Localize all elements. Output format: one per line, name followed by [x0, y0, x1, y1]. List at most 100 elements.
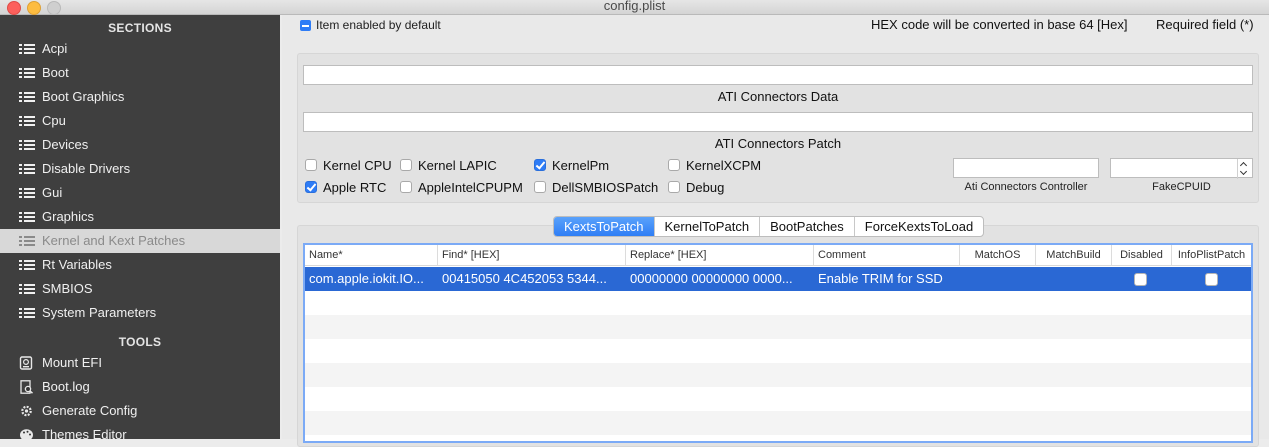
- tool-themes-editor[interactable]: Themes Editor: [0, 423, 280, 439]
- fakecpuid-label: FakeCPUID: [1152, 181, 1211, 193]
- cell-matchos[interactable]: [960, 267, 1036, 291]
- sidebar-item-rt-variables[interactable]: Rt Variables: [0, 253, 280, 277]
- sidebar-item-boot[interactable]: Boot: [0, 61, 280, 85]
- column-header-replace[interactable]: Replace* [HEX]: [626, 245, 814, 265]
- column-header-disabled[interactable]: Disabled: [1112, 245, 1172, 265]
- list-icon: [19, 308, 35, 319]
- sidebar-item-label: Graphics: [42, 209, 95, 224]
- sidebar-item-system-parameters[interactable]: System Parameters: [0, 301, 280, 325]
- column-header-matchos[interactable]: MatchOS: [960, 245, 1036, 265]
- checkbox-box[interactable]: [534, 181, 546, 193]
- table-row-empty[interactable]: [305, 315, 1251, 339]
- sidebar-item-disable-drivers[interactable]: Disable Drivers: [0, 157, 280, 181]
- sidebar-item-label: Acpi: [42, 41, 68, 56]
- table-row-empty[interactable]: [305, 363, 1251, 387]
- tab-kextstopatch[interactable]: KextsToPatch: [554, 217, 655, 236]
- fakecpuid-stepper[interactable]: [1237, 159, 1252, 179]
- sidebar-item-devices[interactable]: Devices: [0, 133, 280, 157]
- ati-connectors-data-field[interactable]: [303, 65, 1253, 85]
- sidebar-item-smbios[interactable]: SMBIOS: [0, 277, 280, 301]
- column-header-find[interactable]: Find* [HEX]: [438, 245, 626, 265]
- checkbox-box[interactable]: [668, 181, 680, 193]
- main-content: Item enabled by default HEX code will be…: [282, 15, 1269, 447]
- title-bar: config.plist: [0, 0, 1269, 15]
- tab-bootpatches[interactable]: BootPatches: [760, 217, 855, 236]
- tool-mount-efi[interactable]: Mount EFI: [0, 351, 280, 375]
- log-file-icon: [20, 380, 33, 394]
- checkbox-label: Debug: [686, 180, 725, 195]
- tool-label: Generate Config: [42, 403, 138, 418]
- table-header: Name* Find* [HEX] Replace* [HEX] Comment…: [305, 245, 1251, 266]
- disk-icon: [19, 356, 33, 370]
- item-enabled-indicator[interactable]: [300, 20, 311, 31]
- checkbox-box[interactable]: [305, 159, 317, 171]
- list-icon: [19, 284, 35, 295]
- checkbox-box[interactable]: [400, 181, 412, 193]
- sidebar-item-kernel-and-kext-patches[interactable]: Kernel and Kext Patches: [0, 229, 280, 253]
- column-header-infoplistpatch[interactable]: InfoPlistPatch: [1172, 245, 1251, 265]
- checkbox-label: KernelXCPM: [686, 158, 762, 173]
- tab-kerneltopatch[interactable]: KernelToPatch: [655, 217, 761, 236]
- checkbox-box[interactable]: [400, 159, 412, 171]
- ati-settings-panel: ATI Connectors Data ATI Connectors Patch…: [297, 53, 1259, 203]
- sidebar-item-acpi[interactable]: Acpi: [0, 37, 280, 61]
- list-icon: [19, 116, 35, 127]
- list-icon: [19, 164, 35, 175]
- infoplistpatch-checkbox[interactable]: [1205, 273, 1218, 286]
- tab-forcekextstoload[interactable]: ForceKextsToLoad: [855, 217, 983, 236]
- sidebar-item-gui[interactable]: Gui: [0, 181, 280, 205]
- ati-connectors-controller-label: Ati Connectors Controller: [964, 181, 1088, 193]
- tool-boot-log[interactable]: Boot.log: [0, 375, 280, 399]
- sidebar-item-cpu[interactable]: Cpu: [0, 109, 280, 133]
- disabled-checkbox[interactable]: [1134, 273, 1147, 286]
- column-header-name[interactable]: Name*: [305, 245, 438, 265]
- hex-note: HEX code will be converted in base 64 [H…: [871, 17, 1128, 32]
- cell-matchbuild[interactable]: [1036, 267, 1112, 291]
- tools-header: TOOLS: [118, 335, 162, 349]
- list-icon: [19, 44, 35, 55]
- kexts-to-patch-table[interactable]: Name* Find* [HEX] Replace* [HEX] Comment…: [303, 243, 1253, 443]
- list-icon: [19, 92, 35, 103]
- column-header-matchbuild[interactable]: MatchBuild: [1036, 245, 1112, 265]
- table-row-empty[interactable]: [305, 387, 1251, 411]
- checkbox-label: KernelPm: [552, 158, 610, 173]
- gear-icon: [21, 405, 32, 417]
- ati-connectors-controller-field[interactable]: [953, 158, 1099, 178]
- window-title: config.plist: [603, 0, 666, 13]
- checkbox-box[interactable]: [668, 159, 680, 171]
- table-row-empty[interactable]: [305, 411, 1251, 435]
- checkbox-label: Kernel LAPIC: [418, 158, 497, 173]
- tool-generate-config[interactable]: Generate Config: [0, 399, 280, 423]
- checkbox-box[interactable]: [534, 159, 546, 171]
- checkbox-label: Apple RTC: [323, 180, 387, 195]
- sidebar-item-label: Rt Variables: [42, 257, 112, 272]
- table-row-empty[interactable]: [305, 339, 1251, 363]
- checkbox-box[interactable]: [305, 181, 317, 193]
- cell-comment[interactable]: Enable TRIM for SSD: [814, 267, 960, 291]
- sidebar-item-graphics[interactable]: Graphics: [0, 205, 280, 229]
- ati-connectors-patch-field[interactable]: [303, 112, 1253, 132]
- tool-label: Boot.log: [42, 379, 90, 394]
- sidebar-item-label: SMBIOS: [42, 281, 93, 296]
- sidebar-item-label: Boot Graphics: [42, 89, 125, 104]
- ati-connectors-patch-label: ATI Connectors Patch: [714, 136, 842, 151]
- cell-replace[interactable]: 00000000 00000000 0000...: [626, 267, 814, 291]
- table-row[interactable]: com.apple.iokit.IO... 00415050 4C452053 …: [305, 267, 1251, 291]
- sidebar-item-label: Kernel and Kext Patches: [42, 233, 186, 248]
- table-row-empty[interactable]: [305, 291, 1251, 315]
- column-header-comment[interactable]: Comment: [814, 245, 960, 265]
- sidebar-item-label: Disable Drivers: [42, 161, 131, 176]
- fakecpuid-field[interactable]: [1110, 158, 1253, 179]
- sidebar-item-label: Gui: [42, 185, 63, 200]
- checkbox-label: DellSMBIOSPatch: [552, 180, 659, 195]
- sidebar: SECTIONS Acpi Boot Boot Graphics Cpu Dev…: [0, 15, 280, 439]
- cell-find[interactable]: 00415050 4C452053 5344...: [438, 267, 626, 291]
- sidebar-item-boot-graphics[interactable]: Boot Graphics: [0, 85, 280, 109]
- palette-icon: [20, 429, 33, 439]
- sidebar-item-label: Boot: [42, 65, 69, 80]
- cell-name[interactable]: com.apple.iokit.IO...: [305, 267, 438, 291]
- tool-label: Mount EFI: [42, 355, 102, 370]
- required-note: Required field (*): [1156, 17, 1254, 32]
- checkbox-label: AppleIntelCPUPM: [418, 180, 523, 195]
- list-icon: [19, 68, 35, 79]
